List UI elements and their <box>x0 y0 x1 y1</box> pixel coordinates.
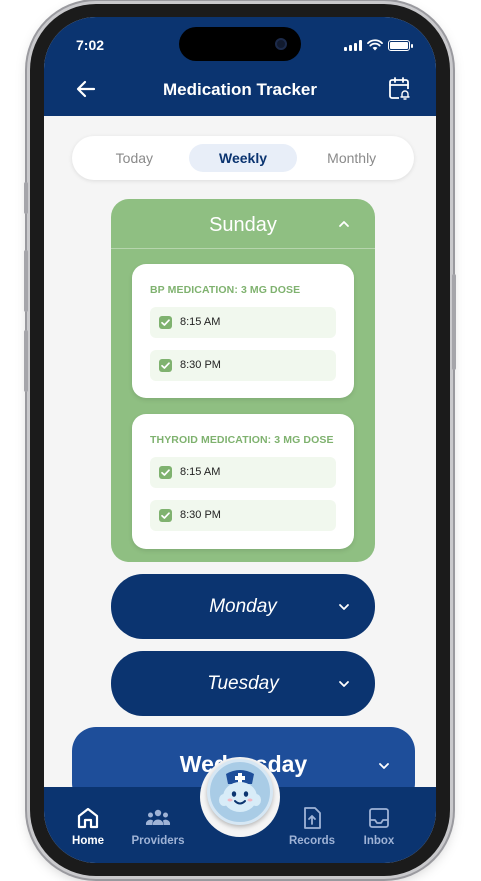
dose-time: 8:30 PM <box>180 509 221 521</box>
chevron-up-icon <box>339 221 349 227</box>
cellular-signal-icon <box>344 39 362 51</box>
checkbox-checked-icon <box>159 316 172 329</box>
inbox-icon <box>369 808 389 828</box>
medication-title: BP MEDICATION: 3 MG DOSE <box>150 284 301 296</box>
camera-icon <box>275 38 287 50</box>
sunday-header[interactable]: Sunday <box>111 199 375 249</box>
document-upload-icon <box>304 807 321 829</box>
calendar-bell-icon <box>389 77 411 101</box>
home-icon <box>77 807 99 829</box>
app-header: 7:02 Medication Tracker <box>44 17 436 116</box>
medication-card: THYROID MEDICATION: 3 MG DOSE 8:15 AM 8:… <box>132 414 354 549</box>
chevron-down-icon <box>339 681 349 687</box>
nav-home-label: Home <box>72 835 104 847</box>
status-icons <box>344 39 413 51</box>
day-title-tuesday: Tuesday <box>207 673 279 694</box>
checkbox-checked-icon <box>159 466 172 479</box>
calendar-reminder-button[interactable] <box>388 76 412 102</box>
battery-icon <box>388 39 413 51</box>
nav-records-label: Records <box>288 835 336 847</box>
dose-row[interactable]: 8:30 PM <box>150 500 336 531</box>
nav-inbox-label: Inbox <box>363 835 395 847</box>
power-button <box>452 274 456 370</box>
volume-up-button <box>24 250 28 312</box>
chevron-down-icon <box>339 604 349 610</box>
day-title-monday: Monday <box>209 596 277 617</box>
dose-row[interactable]: 8:15 AM <box>150 307 336 338</box>
dose-time: 8:15 AM <box>180 316 221 328</box>
view-range-tabs: Today Weekly Monthly <box>72 136 414 180</box>
tab-today[interactable]: Today <box>80 144 189 172</box>
nav-providers[interactable]: Providers <box>126 805 190 847</box>
dose-time: 8:30 PM <box>180 359 221 371</box>
day-title-sunday: Sunday <box>209 214 277 236</box>
nav-home[interactable]: Home <box>56 805 120 847</box>
medication-title: THYROID MEDICATION: 3 MG DOSE <box>150 434 334 446</box>
dynamic-island <box>179 27 301 61</box>
dose-time: 8:15 AM <box>180 466 221 478</box>
status-time: 7:02 <box>76 37 105 53</box>
app-screen: 7:02 Medication Tracker Today Weekly Mon… <box>44 17 436 863</box>
page-title: Medication Tracker <box>162 80 317 99</box>
tab-monthly[interactable]: Monthly <box>297 144 406 172</box>
medication-card: BP MEDICATION: 3 MG DOSE 8:15 AM 8:30 PM <box>132 264 354 398</box>
day-section-tuesday[interactable]: Tuesday <box>111 651 375 716</box>
nurse-mascot-icon <box>219 770 261 812</box>
tab-weekly[interactable]: Weekly <box>188 144 298 172</box>
checkbox-checked-icon <box>159 359 172 372</box>
nav-records[interactable]: Records <box>280 805 344 847</box>
action-button <box>24 182 28 214</box>
nav-providers-label: Providers <box>131 835 185 847</box>
people-group-icon <box>145 809 171 825</box>
checkbox-checked-icon <box>159 509 172 522</box>
dose-row[interactable]: 8:30 PM <box>150 350 336 381</box>
wifi-icon <box>367 39 383 51</box>
nurse-mascot-button[interactable] <box>207 759 273 825</box>
chevron-down-icon <box>379 763 389 769</box>
day-section-monday[interactable]: Monday <box>111 574 375 639</box>
nav-inbox[interactable]: Inbox <box>347 805 411 847</box>
dose-row[interactable]: 8:15 AM <box>150 457 336 488</box>
volume-down-button <box>24 330 28 392</box>
day-section-sunday: Sunday BP MEDICATION: 3 MG DOSE 8:15 AM … <box>111 199 375 562</box>
